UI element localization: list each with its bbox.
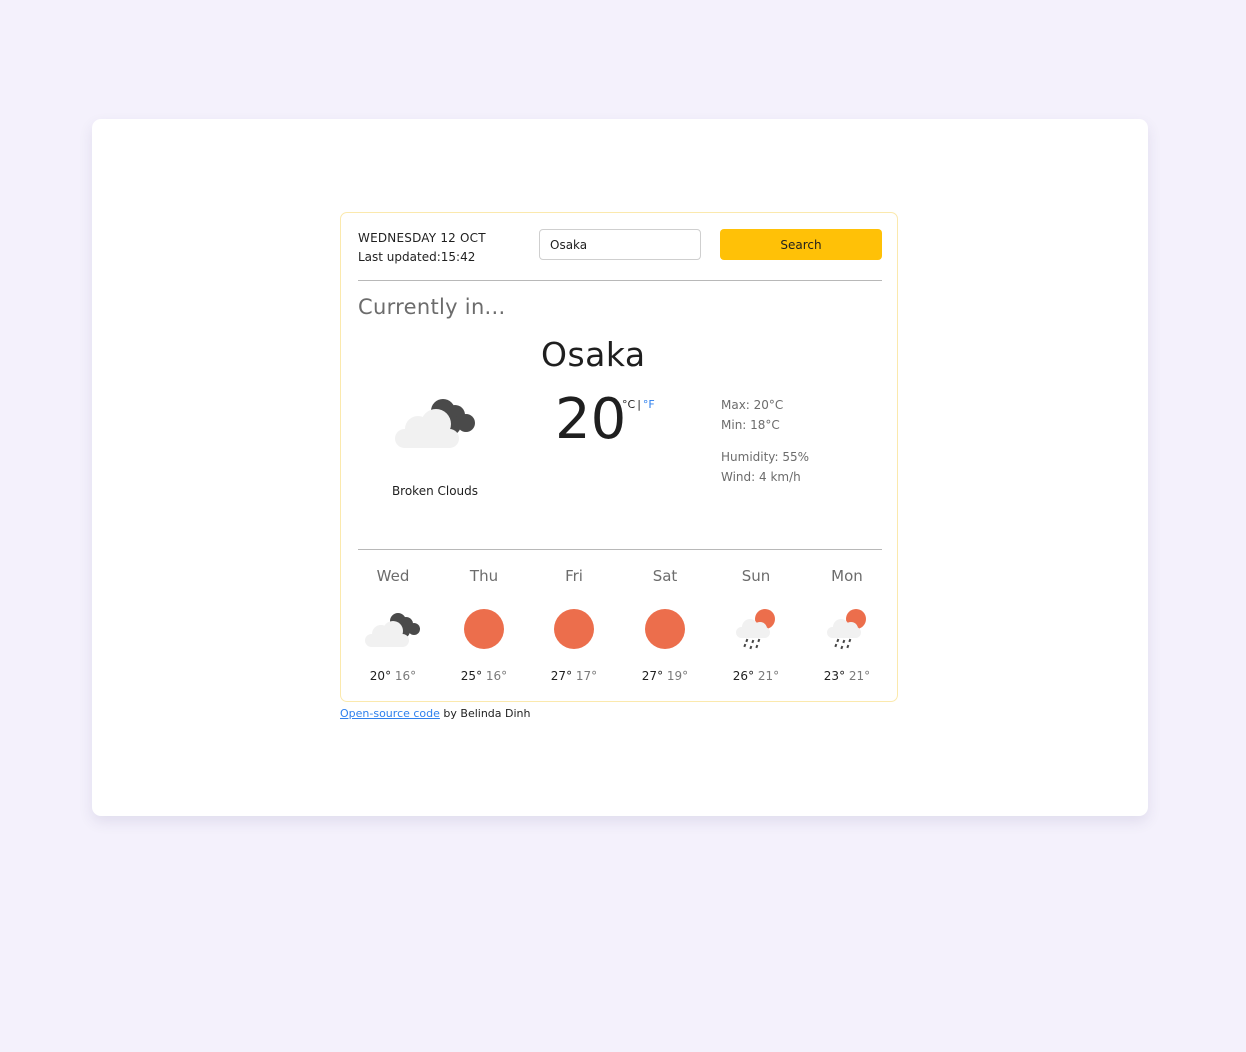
forecast-high: 27° xyxy=(641,669,664,683)
source-code-link[interactable]: Open-source code xyxy=(340,707,440,720)
sun-icon xyxy=(554,609,594,649)
sun-icon xyxy=(464,609,504,649)
forecast-day: Sat 27° 19° xyxy=(630,565,700,683)
weather-description: Broken Clouds xyxy=(391,484,479,498)
forecast-temps: 26° 21° xyxy=(721,669,791,683)
last-updated-time: 15:42 xyxy=(440,250,476,264)
forecast-temps: 27° 17° xyxy=(539,669,609,683)
city-name: Osaka xyxy=(541,335,646,374)
forecast-low: 21° xyxy=(848,669,871,683)
unit-toggle: °C | °F xyxy=(622,398,655,411)
max-temperature: Max: 20°C xyxy=(721,398,784,412)
forecast-day-name: Sun xyxy=(741,567,771,585)
forecast-low: 21° xyxy=(757,669,780,683)
min-temperature: Min: 18°C xyxy=(721,418,780,432)
footer: Open-source code by Belinda Dinh xyxy=(340,707,530,720)
forecast-high: 25° xyxy=(460,669,483,683)
forecast-temps: 27° 19° xyxy=(630,669,700,683)
forecast-day-name: Fri xyxy=(565,567,583,585)
forecast-day-name: Mon xyxy=(831,567,863,585)
forecast-high: 23° xyxy=(823,669,846,683)
humidity: Humidity: 55% xyxy=(721,450,810,464)
forecast-high: 27° xyxy=(550,669,573,683)
current-date: WEDNESDAY 12 OCT xyxy=(358,231,486,245)
forecast-day-name: Thu xyxy=(469,567,499,585)
last-updated: Last updated:15:42 xyxy=(358,250,475,264)
author-credit: by Belinda Dinh xyxy=(439,707,531,720)
forecast-day: Thu 25° 16° xyxy=(449,565,519,683)
forecast-low: 17° xyxy=(575,669,598,683)
forecast-high: 26° xyxy=(732,669,755,683)
forecast-low: 16° xyxy=(485,669,508,683)
header: WEDNESDAY 12 OCT Last updated:15:42 Sear… xyxy=(358,229,882,281)
rain-sun-icon xyxy=(736,609,775,650)
weather-details: Max: 20°C Min: 18°C Humidity: 55% Wind: … xyxy=(721,398,809,490)
weather-app: WEDNESDAY 12 OCT Last updated:15:42 Sear… xyxy=(340,212,898,702)
forecast-day: Fri 27° 17° xyxy=(539,565,609,683)
forecast-temps: 25° 16° xyxy=(449,669,519,683)
broken-clouds-icon xyxy=(365,613,420,647)
forecast-divider xyxy=(358,549,882,550)
broken-clouds-icon xyxy=(395,399,475,448)
wind: Wind: 4 km/h xyxy=(721,470,801,484)
header-divider xyxy=(358,280,882,281)
forecast-temps: 20° 16° xyxy=(358,669,428,683)
current-temperature: 20 xyxy=(555,387,627,452)
forecast-low: 19° xyxy=(666,669,689,683)
forecast-day: Sun 26° 21° xyxy=(721,565,791,683)
details-gap xyxy=(721,438,809,450)
fahrenheit-link[interactable]: °F xyxy=(643,398,655,411)
celsius-unit[interactable]: °C xyxy=(622,398,635,411)
forecast-temps: 23° 21° xyxy=(812,669,882,683)
last-updated-label: Last updated: xyxy=(358,250,441,264)
forecast-day: Mon 23° 21° xyxy=(812,565,882,683)
forecast-high: 20° xyxy=(369,669,392,683)
unit-separator: | xyxy=(637,398,641,411)
forecast: Wed 20° 16° Thu 25° 16° Fri 27° 17° Sat … xyxy=(358,565,902,689)
search-input[interactable] xyxy=(539,229,701,260)
rain-sun-icon xyxy=(827,609,866,650)
sun-icon xyxy=(645,609,685,649)
forecast-day-name: Wed xyxy=(376,567,410,585)
forecast-day: Wed 20° 16° xyxy=(358,565,428,683)
currently-heading: Currently in... xyxy=(358,295,506,319)
search-button[interactable]: Search xyxy=(720,229,882,260)
forecast-low: 16° xyxy=(394,669,417,683)
forecast-day-name: Sat xyxy=(652,567,678,585)
